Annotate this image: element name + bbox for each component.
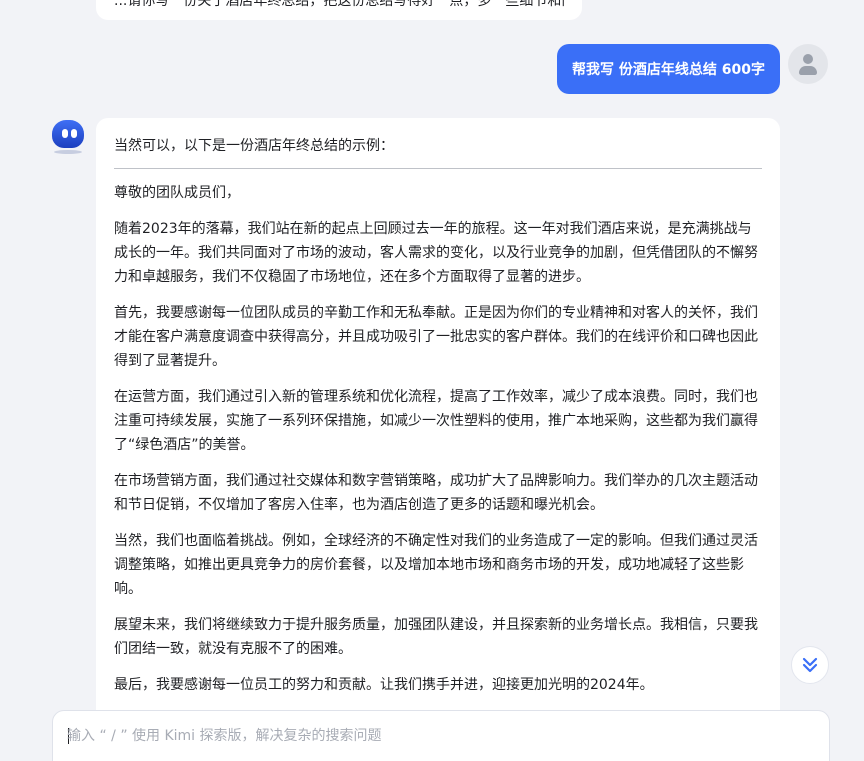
assistant-message-bubble: 当然可以，以下是一份酒店年终总结的示例： 尊敬的团队成员们， 随着2023年的落… — [96, 118, 780, 738]
chat-page: ...请你写一份关于酒店年终总结，把这份总结写得好一点，多一些细节和内容 帮我写… — [0, 0, 864, 761]
assistant-paragraph: 尊敬的团队成员们， — [114, 185, 240, 201]
kimi-avatar-icon — [50, 118, 86, 154]
assistant-paragraph: 首先，我要感谢每一位团队成员的辛勤工作和无私奉献。正是因为你们的专业精神和对客人… — [114, 305, 758, 369]
assistant-message-content: 当然可以，以下是一份酒店年终总结的示例： 尊敬的团队成员们， 随着2023年的落… — [114, 134, 762, 709]
horizontal-divider — [114, 168, 762, 169]
assistant-paragraph: 随着2023年的落幕，我们站在新的起点上回顾过去一年的旅程。这一年对我们酒店来说… — [114, 221, 758, 285]
user-avatar-head — [803, 54, 813, 64]
assistant-paragraph: 当然，我们也面临着挑战。例如，全球经济的不确定性对我们的业务造成了一定的影响。但… — [114, 533, 758, 597]
scroll-to-bottom-button[interactable] — [791, 646, 829, 684]
user-message-text: 帮我写 份酒店年线总结 600字 — [572, 62, 765, 78]
kimi-avatar-left-eye — [62, 129, 68, 138]
chat-input-box[interactable] — [52, 710, 830, 761]
assistant-paragraph: 最后，我要感谢每一位员工的努力和贡献。让我们携手并进，迎接更加光明的2024年。 — [114, 677, 654, 693]
assistant-paragraph: 在市场营销方面，我们通过社交媒体和数字营销策略，成功扩大了品牌影响力。我们举办的… — [114, 473, 758, 513]
double-chevron-down-icon — [802, 657, 818, 673]
kimi-avatar-right-eye — [71, 129, 77, 138]
chat-input[interactable] — [67, 725, 807, 747]
user-message-bubble: 帮我写 份酒店年线总结 600字 — [557, 44, 780, 94]
kimi-avatar-shadow — [54, 150, 82, 154]
previous-message-text: ...请你写一份关于酒店年终总结，把这份总结写得好一点，多一些细节和内容 — [114, 0, 564, 9]
kimi-avatar-face — [52, 120, 84, 148]
user-avatar-body — [799, 66, 817, 75]
assistant-paragraph: 在运营方面，我们通过引入新的管理系统和优化流程，提高了工作效率，减少了成本浪费。… — [114, 389, 758, 453]
user-avatar-icon[interactable] — [788, 44, 828, 84]
previous-message-bubble: ...请你写一份关于酒店年终总结，把这份总结写得好一点，多一些细节和内容 — [96, 0, 582, 20]
assistant-intro-text: 当然可以，以下是一份酒店年终总结的示例： — [114, 138, 394, 154]
assistant-paragraph: 展望未来，我们将继续致力于提升服务质量，加强团队建设，并且探索新的业务增长点。我… — [114, 617, 758, 657]
